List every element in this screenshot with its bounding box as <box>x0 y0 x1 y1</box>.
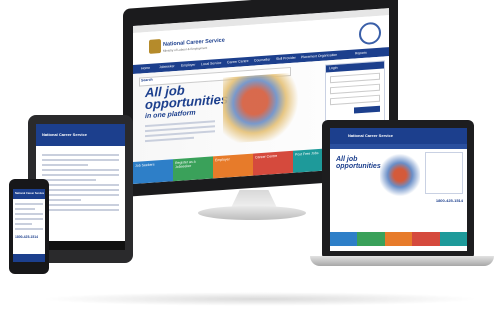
nav-local-service[interactable]: Local Service <box>201 61 221 66</box>
laptop-hero-title: All job opportunities <box>336 156 381 170</box>
laptop-helpline: 1800-425-1514 <box>435 198 463 203</box>
nav-placement[interactable]: Placement Organisation <box>301 53 337 60</box>
laptop-crowd-image <box>380 152 420 198</box>
tile-career-centre[interactable]: Career Centre <box>253 150 293 176</box>
emblem-logo-icon <box>149 39 161 54</box>
tablet-site-title: National Career Service <box>42 132 87 137</box>
devices-shadow <box>40 292 480 306</box>
tile-job-seekers[interactable]: Job Seekers <box>133 159 173 184</box>
tile-register-jobseeker[interactable]: Register as a Jobseeker <box>173 156 213 182</box>
phone-footer <box>13 254 45 262</box>
nav-skill-provider[interactable]: Skill Provider <box>276 56 296 61</box>
sign-in-button[interactable] <box>354 105 380 114</box>
phone-content <box>15 203 43 233</box>
laptop-base <box>310 256 494 266</box>
login-title: Login <box>326 61 384 73</box>
nav-jobseeker[interactable]: Jobseeker <box>159 64 175 69</box>
login-panel: Login <box>325 60 385 129</box>
hero-title: All job opportunities <box>145 82 229 113</box>
laptop-nav <box>330 144 467 149</box>
password-field[interactable] <box>330 83 380 95</box>
tablet-nav-bar <box>36 241 125 250</box>
laptop-login-panel <box>425 152 463 194</box>
hero-description <box>145 120 215 147</box>
laptop-tiles <box>330 232 467 246</box>
nav-career-centre[interactable]: Career Centre <box>227 59 248 65</box>
phone-helpline: 1800-425-1514 <box>15 235 39 239</box>
tile-employer[interactable]: Employer <box>213 153 253 179</box>
nav-employer[interactable]: Employer <box>181 63 195 68</box>
monitor-base <box>198 206 306 220</box>
nav-counsellor[interactable]: Counsellor <box>254 57 270 62</box>
nav-reports[interactable]: Reports <box>355 51 367 56</box>
phone-site-title: National Career Service <box>15 192 45 195</box>
phone-screen: National Career Service 1800-425-1514 <box>13 189 45 262</box>
username-field[interactable] <box>330 72 380 84</box>
phone-header: National Career Service <box>13 189 45 199</box>
captcha-field[interactable] <box>330 94 380 106</box>
laptop-header: National Career Service <box>330 128 467 144</box>
nav-home[interactable]: Home <box>141 66 150 71</box>
digital-india-icon <box>359 21 381 46</box>
india-map-crowd-image <box>223 72 303 144</box>
laptop-screen: National Career Service All job opportun… <box>330 128 467 251</box>
search-label: Search <box>141 77 153 83</box>
tablet-content <box>42 154 119 214</box>
tablet-header: National Career Service <box>36 124 125 146</box>
tablet-screen: National Career Service <box>36 124 125 250</box>
laptop-site-title: National Career Service <box>348 133 393 138</box>
